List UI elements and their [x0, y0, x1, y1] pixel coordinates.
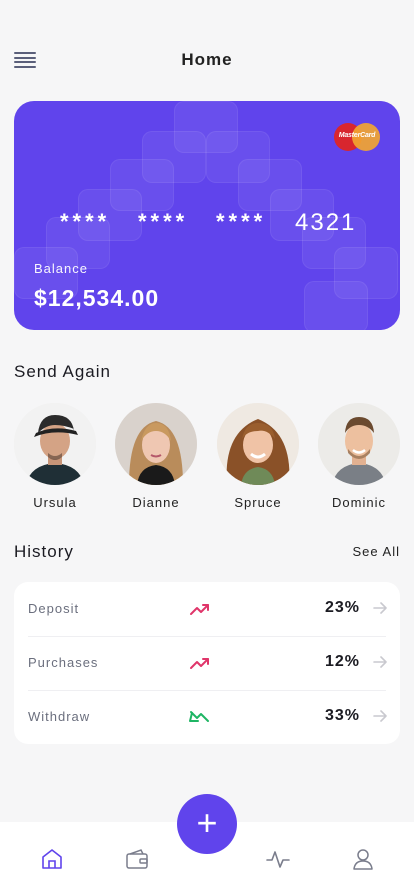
page-title: Home [181, 50, 233, 69]
card-last-four: 4321 [295, 209, 357, 236]
history-list: Deposit 23% Purchases 12% Withdraw 33% [14, 582, 400, 744]
contact-ursula[interactable]: Ursula [13, 403, 97, 510]
contact-name: Spruce [234, 495, 282, 510]
user-icon [353, 849, 373, 870]
card-number-group-1: **** [60, 209, 111, 234]
contact-dominic[interactable]: Dominic [317, 403, 401, 510]
history-row-label: Deposit [28, 601, 80, 616]
avatar [14, 403, 96, 485]
trend-down-icon [189, 711, 209, 722]
arrow-right-icon [373, 656, 387, 668]
contact-name: Dominic [332, 495, 386, 510]
history-row-percent: 33% [324, 707, 360, 724]
nav-home[interactable] [39, 846, 65, 872]
card-number-group-2: **** [138, 209, 189, 234]
history-row-percent: 12% [324, 653, 360, 670]
avatar [217, 403, 299, 485]
balance-amount: $12,534.00 [34, 285, 160, 311]
activity-icon [266, 851, 290, 868]
credit-card[interactable]: MasterCard **** **** **** 4321 Balance $… [14, 101, 400, 330]
avatar [318, 403, 400, 485]
send-again-title: Send Again [14, 362, 111, 381]
nav-profile[interactable] [350, 846, 376, 872]
arrow-right-icon [373, 710, 387, 722]
history-row-percent: 23% [324, 599, 360, 616]
avatar [115, 403, 197, 485]
add-button[interactable]: + [177, 794, 237, 854]
nav-activity[interactable] [265, 846, 291, 872]
arrow-right-icon [373, 602, 387, 614]
history-row-withdraw[interactable]: Withdraw 33% [14, 690, 400, 744]
history-row-label: Purchases [28, 655, 99, 670]
contacts-list: Ursula Dianne Spruce Dominic [0, 403, 414, 513]
balance-label: Balance [34, 261, 88, 276]
contact-name: Ursula [33, 495, 77, 510]
history-row-label: Withdraw [28, 709, 91, 724]
contact-name: Dianne [132, 495, 180, 510]
card-number-group-3: **** [216, 209, 267, 234]
history-row-deposit[interactable]: Deposit 23% [14, 582, 400, 636]
history-title: History [14, 542, 74, 561]
contact-spruce[interactable]: Spruce [216, 403, 300, 510]
history-row-purchases[interactable]: Purchases 12% [14, 636, 400, 690]
contact-dianne[interactable]: Dianne [114, 403, 198, 510]
mastercard-logo: MasterCard [334, 123, 380, 151]
home-icon [42, 849, 62, 869]
trend-up-icon [190, 604, 209, 615]
wallet-icon [126, 849, 148, 869]
plus-icon: + [196, 802, 218, 843]
see-all-link[interactable]: See All [353, 544, 400, 559]
nav-wallet[interactable] [124, 846, 150, 872]
top-bar: Home [0, 40, 414, 80]
trend-up-icon [190, 658, 209, 669]
